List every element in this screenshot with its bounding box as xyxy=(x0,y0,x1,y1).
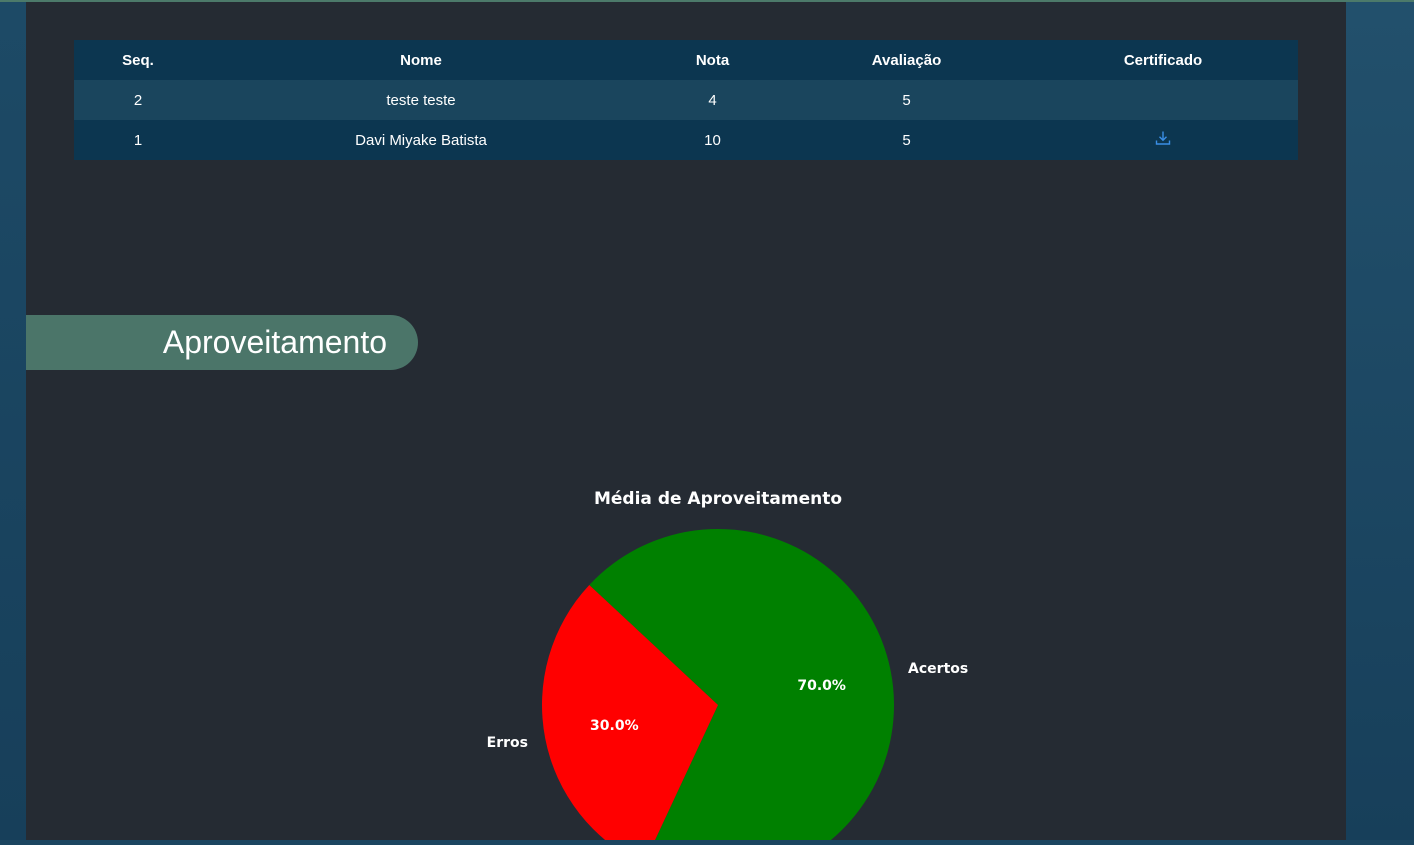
table-row: 1 Davi Miyake Batista 10 5 xyxy=(74,120,1298,160)
header-certificado[interactable]: Certificado xyxy=(1028,40,1298,80)
cell-nome: Davi Miyake Batista xyxy=(202,120,640,160)
right-background-strip xyxy=(1346,2,1414,840)
cell-nome: teste teste xyxy=(202,80,640,120)
table-row: 2 teste teste 4 5 xyxy=(74,80,1298,120)
table-header-row: Seq. Nome Nota Avaliação Certificado xyxy=(74,40,1298,80)
results-table: Seq. Nome Nota Avaliação Certificado 2 t… xyxy=(74,40,1298,160)
pie-chart-container: Média de Aproveitamento 70.0% Acertos 30.0%… xyxy=(426,472,986,845)
slice-value-label: 30.0% xyxy=(590,718,639,734)
left-background-strip xyxy=(0,2,26,840)
header-nota[interactable]: Nota xyxy=(640,40,785,80)
download-icon[interactable] xyxy=(1155,130,1171,150)
slice-category-label: Erros xyxy=(487,735,528,751)
slice-value-label: 70.0% xyxy=(797,678,846,694)
cell-certificado xyxy=(1028,80,1298,120)
header-seq[interactable]: Seq. xyxy=(74,40,202,80)
cell-seq: 2 xyxy=(74,80,202,120)
cell-avaliacao: 5 xyxy=(785,120,1028,160)
section-title: Aproveitamento xyxy=(162,324,387,360)
section-tab: Aproveitamento xyxy=(26,315,418,370)
cell-seq: 1 xyxy=(74,120,202,160)
cell-avaliacao: 5 xyxy=(785,80,1028,120)
header-avaliacao[interactable]: Avaliação xyxy=(785,40,1028,80)
pie-chart: Média de Aproveitamento 70.0% Acertos 30.0%… xyxy=(487,489,968,845)
chart-title: Média de Aproveitamento xyxy=(594,489,842,509)
cell-nota: 10 xyxy=(640,120,785,160)
header-nome[interactable]: Nome xyxy=(202,40,640,80)
slice-category-label: Acertos xyxy=(908,661,968,677)
cell-certificado xyxy=(1028,120,1298,160)
main-panel: Seq. Nome Nota Avaliação Certificado 2 t… xyxy=(26,2,1346,845)
cell-nota: 4 xyxy=(640,80,785,120)
